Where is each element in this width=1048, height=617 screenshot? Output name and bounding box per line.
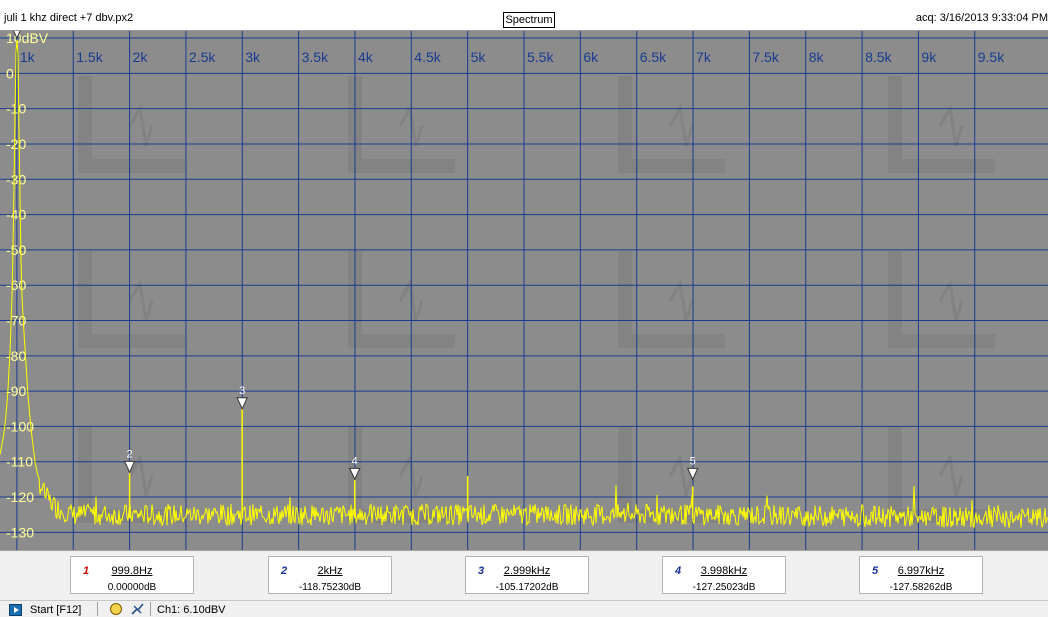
title-bar: juli 1 khz direct +7 dbv.px2 Spectrum ac… (0, 0, 1048, 31)
y-tick-label: 0 (6, 65, 14, 81)
watermark-logo (618, 426, 725, 523)
y-tick-label: -50 (6, 242, 26, 258)
marker-readout-3[interactable]: 3 2.999kHz -105.17202dB (465, 556, 589, 594)
x-tick-label: 7k (696, 49, 712, 65)
x-tick-label: 3.5k (302, 49, 329, 65)
y-tick-label: -90 (6, 383, 26, 399)
y-tick-label: 10dBV (6, 31, 49, 46)
marker-number: 3 (239, 385, 245, 397)
marker-panel: 1 999.8Hz 0.00000dB 2 2kHz -118.75230dB 3 2.999… (0, 550, 1048, 601)
marker-number: 5 (690, 455, 696, 467)
y-tick-label: -10 (6, 101, 26, 117)
y-tick-label: -110 (6, 454, 33, 470)
watermark-logo (888, 76, 995, 173)
x-tick-label: 7.5k (752, 49, 779, 65)
start-icon[interactable] (9, 604, 22, 616)
channel-readout: Ch1: 6.10dBV (157, 604, 226, 616)
y-tick-label: -30 (6, 171, 26, 187)
x-tick-label: 1k (20, 49, 36, 65)
watermark-logo (78, 251, 185, 348)
status-separator (97, 602, 98, 616)
x-tick-label: 3k (245, 49, 261, 65)
marker-readout-level: -127.25023dB (692, 582, 756, 593)
x-tick-label: 9.5k (978, 49, 1005, 65)
y-tick-label: -20 (6, 136, 26, 152)
watermark-logo (348, 426, 455, 523)
watermark-logo (938, 278, 964, 322)
marker-number: 2 (127, 448, 133, 460)
watermark-logo (618, 76, 725, 173)
spectrum-view-button[interactable]: Spectrum (503, 12, 555, 28)
y-tick-label: -40 (6, 207, 26, 223)
marker-number: 4 (352, 455, 358, 467)
watermark-logo (668, 278, 694, 322)
watermark-logo (128, 278, 154, 322)
spectrum-chart-svg: 1k 1.5k 2k 2.5k 3k 3.5k 4k 4.5k 5k 5.5k 6k 6.5k 7k 7.… (0, 31, 1048, 550)
watermark-logo (668, 103, 694, 147)
marker-readout-frequency[interactable]: 2kHz (269, 565, 391, 577)
marker-readout-level: -127.58262dB (889, 582, 953, 593)
watermark-logo (938, 453, 964, 497)
x-tick-label: 8.5k (865, 49, 892, 65)
watermark-logo (78, 426, 185, 523)
x-tick-label: 6k (583, 49, 599, 65)
x-tick-label: 2k (133, 49, 149, 65)
marker-readout-frequency[interactable]: 6.997kHz (860, 565, 982, 577)
x-tick-label: 8k (809, 49, 825, 65)
marker-readout-frequency[interactable]: 999.8Hz (71, 565, 193, 577)
watermark-logo (938, 103, 964, 147)
y-tick-label: -120 (6, 489, 34, 505)
marker-triangle (236, 397, 248, 410)
watermark-logo (888, 251, 995, 348)
status-separator (150, 602, 151, 616)
marker-readout-level: -118.75230dB (298, 582, 362, 593)
acquisition-timestamp: acq: 3/16/2013 9:33:04 PM (915, 12, 1048, 24)
marker-readout-frequency[interactable]: 3.998kHz (663, 565, 785, 577)
watermark-logo (128, 103, 154, 147)
x-tick-label: 4.5k (414, 49, 441, 65)
probe-icon[interactable] (131, 603, 144, 615)
watermark-logo (348, 251, 455, 348)
marker-readout-1[interactable]: 1 999.8Hz 0.00000dB (70, 556, 194, 594)
x-tick-label: 5k (471, 49, 487, 65)
start-button[interactable]: Start [F12] (30, 604, 81, 616)
x-tick-label: 1.5k (76, 49, 103, 65)
watermark-logo (78, 76, 185, 173)
marker-readout-4[interactable]: 4 3.998kHz -127.25023dB (662, 556, 786, 594)
x-tick-label: 2.5k (189, 49, 216, 65)
file-name: juli 1 khz direct +7 dbv.px2 (4, 12, 134, 24)
watermark-logo (618, 251, 725, 348)
watermark-logo (888, 426, 995, 523)
marker-readout-level: -105.17202dB (495, 582, 559, 593)
x-tick-label: 6.5k (640, 49, 667, 65)
x-tick-label: 5.5k (527, 49, 554, 65)
clock-icon[interactable] (110, 603, 122, 615)
y-tick-label: -130 (6, 524, 34, 540)
marker-triangle (686, 467, 699, 481)
marker-readout-5[interactable]: 5 6.997kHz -127.58262dB (859, 556, 983, 594)
spectrum-plot[interactable]: 1k 1.5k 2k 2.5k 3k 3.5k 4k 4.5k 5k 5.5k 6k 6.5k 7k 7.… (0, 31, 1048, 550)
x-tick-label: 4k (358, 49, 374, 65)
status-bar: Start [F12] Ch1: 6.10dBV (0, 600, 1048, 617)
watermark-logo (348, 76, 455, 173)
marker-readout-level: 0.00000dB (107, 582, 157, 593)
y-tick-label: -60 (6, 277, 26, 293)
marker-readout-frequency[interactable]: 2.999kHz (466, 565, 588, 577)
x-tick-label: 9k (921, 49, 937, 65)
marker-readout-2[interactable]: 2 2kHz -118.75230dB (268, 556, 392, 594)
